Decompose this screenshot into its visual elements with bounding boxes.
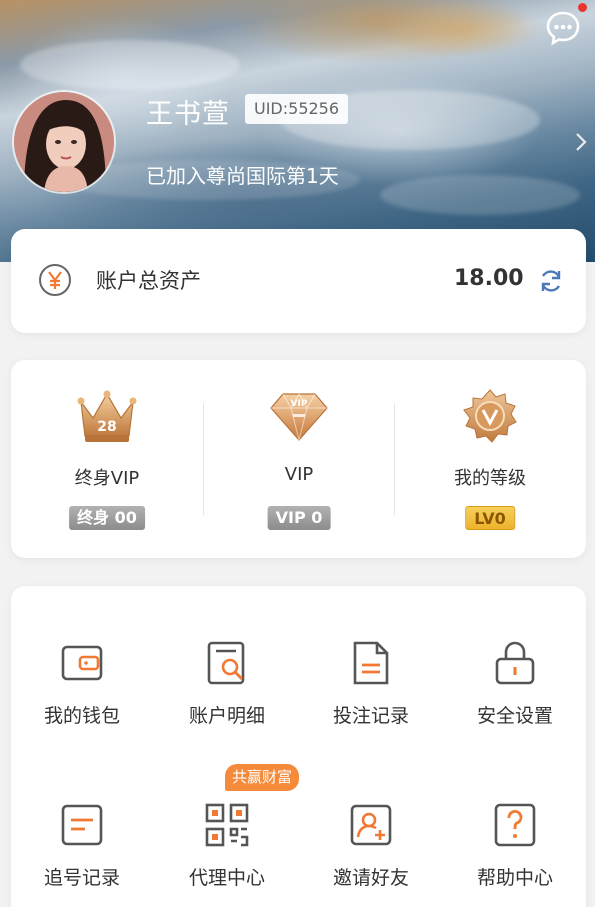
menu-item-invite-friend[interactable]: 邀请好友 xyxy=(301,801,441,907)
wallet-icon xyxy=(61,645,103,681)
menu-item-label: 我的钱包 xyxy=(43,705,120,727)
qrcode-icon xyxy=(205,803,249,847)
menu-item-chase-record[interactable]: 追号记录 xyxy=(12,801,152,907)
user-name: 王书萱 xyxy=(146,99,230,130)
svg-text:VIP: VIP xyxy=(291,399,308,409)
menu-item-label: 帮助中心 xyxy=(476,867,553,889)
menu-item-label: 追号记录 xyxy=(43,867,120,889)
vip-diamond-icon: VIP xyxy=(270,392,328,441)
lifetime-vip-item[interactable]: 28 终身VIP 终身 00 xyxy=(17,388,197,536)
joined-days-text: 已加入尊尚国际第1天 xyxy=(146,164,339,188)
my-level-label: 我的等级 xyxy=(454,468,526,489)
menu-item-wallet[interactable]: 我的钱包 xyxy=(12,639,152,749)
invite-friend-icon xyxy=(350,804,392,846)
menu-item-agent-center[interactable]: 代理中心 xyxy=(157,801,297,907)
divider xyxy=(394,403,395,515)
yen-icon xyxy=(39,264,71,296)
menu-item-label: 安全设置 xyxy=(476,705,553,727)
lifetime-vip-badge: 终身 00 xyxy=(69,506,145,530)
account-detail-icon xyxy=(207,641,245,685)
refresh-icon[interactable] xyxy=(538,268,564,294)
help-icon xyxy=(494,803,536,847)
chevron-right-icon[interactable] xyxy=(573,130,589,154)
menu-item-security[interactable]: 安全设置 xyxy=(445,639,585,749)
uid-badge: UID:55256 xyxy=(245,94,349,124)
lifetime-vip-label: 终身VIP xyxy=(74,468,140,489)
my-level-item[interactable]: 我的等级 LV0 xyxy=(400,388,580,536)
notification-dot xyxy=(578,3,587,12)
crown-number: 28 xyxy=(97,419,116,435)
message-icon[interactable] xyxy=(545,10,581,46)
menu-item-bet-record[interactable]: 投注记录 xyxy=(301,639,441,749)
vip-badge: VIP 0 xyxy=(267,506,331,530)
promo-badge: 共赢财富 xyxy=(225,764,300,791)
vip-item[interactable]: VIP VIP VIP 0 xyxy=(209,388,389,536)
vip-label: VIP xyxy=(284,464,314,485)
menu-item-label: 投注记录 xyxy=(332,705,409,727)
divider xyxy=(203,403,204,515)
level-medal-icon xyxy=(463,389,517,443)
asset-label: 账户总资产 xyxy=(96,269,201,293)
menu-item-label: 账户明细 xyxy=(188,705,265,727)
crown-icon: 28 xyxy=(77,390,137,442)
menu-item-label: 邀请好友 xyxy=(332,867,409,889)
asset-value: 18.00 xyxy=(454,266,524,291)
lock-icon xyxy=(495,641,535,685)
avatar[interactable] xyxy=(12,90,116,194)
level-badge: LV0 xyxy=(465,506,515,530)
menu-item-label: 代理中心 xyxy=(188,867,265,889)
chase-record-icon xyxy=(61,804,103,846)
bet-record-icon xyxy=(353,641,389,685)
menu-item-account-detail[interactable]: 账户明细 xyxy=(157,639,297,749)
menu-item-help-center[interactable]: 帮助中心 xyxy=(445,801,585,907)
